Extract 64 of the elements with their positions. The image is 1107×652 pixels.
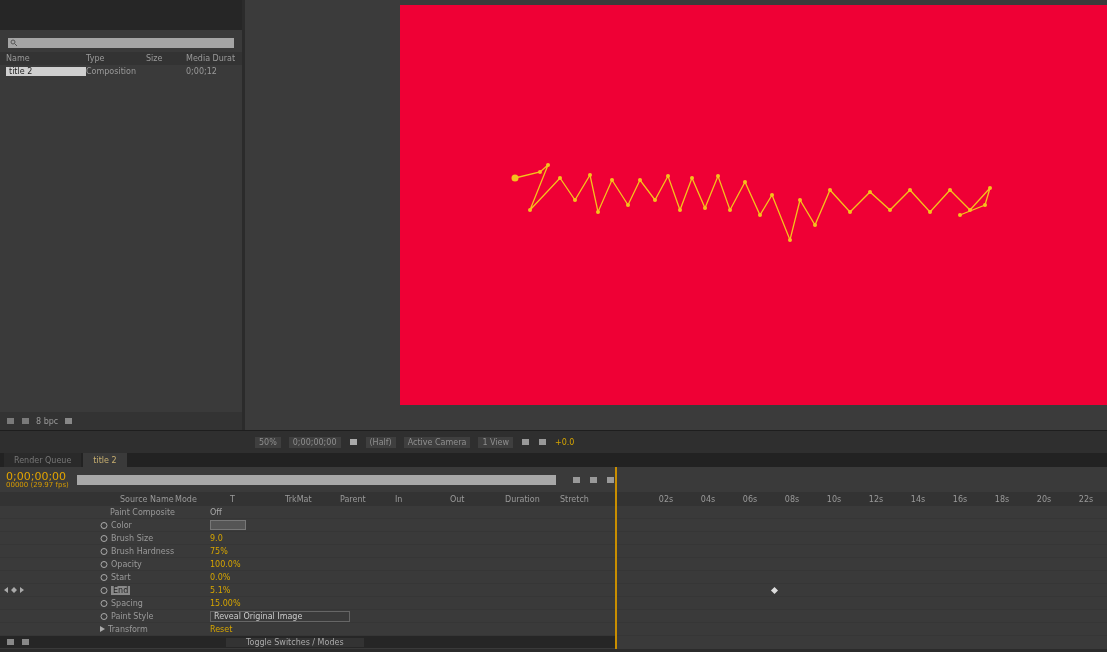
- property-value[interactable]: Reset: [210, 624, 350, 634]
- property-value[interactable]: 15.00%: [210, 598, 350, 608]
- column-header[interactable]: Out: [450, 494, 505, 504]
- keyframe[interactable]: [771, 586, 779, 595]
- search-field[interactable]: [8, 38, 234, 48]
- ruler-tick-label: 22s: [1078, 494, 1094, 504]
- column-header[interactable]: TrkMat: [285, 494, 340, 504]
- view-layout-dropdown[interactable]: 1 View: [478, 436, 513, 448]
- column-header[interactable]: T: [230, 494, 285, 504]
- ruler-tick-label: 02s: [658, 494, 674, 504]
- resolution-dropdown[interactable]: (Half): [365, 436, 396, 448]
- expand-arrow-icon[interactable]: [100, 626, 105, 632]
- ruler-tick-label: 10s: [826, 494, 842, 504]
- property-name[interactable]: Opacity: [111, 559, 142, 569]
- column-header[interactable]: Stretch: [560, 494, 615, 504]
- ruler-tick-label: 12s: [868, 494, 884, 504]
- search-field[interactable]: [76, 474, 556, 485]
- property-name[interactable]: Transform: [108, 624, 148, 634]
- property-value[interactable]: 75%: [210, 546, 350, 556]
- column-header[interactable]: Media Durat: [186, 54, 236, 63]
- panel-tab[interactable]: Render Queue: [4, 453, 82, 467]
- column-header[interactable]: Mode: [175, 494, 230, 504]
- exposure-value[interactable]: +0.0: [555, 437, 575, 447]
- panel-tab[interactable]: title 2: [83, 453, 127, 467]
- color-swatch[interactable]: [210, 520, 246, 530]
- column-header[interactable]: Parent: [340, 494, 395, 504]
- property-name[interactable]: Spacing: [111, 598, 143, 608]
- timecode-field[interactable]: 0;00;00;00: [288, 436, 341, 448]
- property-value[interactable]: 9.0: [210, 533, 350, 543]
- toggle-switches-button[interactable]: Toggle Switches / Modes: [226, 637, 364, 647]
- property-name[interactable]: Brush Size: [111, 533, 154, 543]
- column-header[interactable]: Source Name: [120, 494, 175, 504]
- ruler-tick-label: 08s: [784, 494, 800, 504]
- column-header[interactable]: Size: [146, 54, 186, 63]
- column-header[interactable]: Type: [86, 54, 146, 63]
- column-header[interactable]: Duration: [505, 494, 560, 504]
- ruler-tick-label: 16s: [952, 494, 968, 504]
- current-timecode[interactable]: 0;00;00;00: [6, 470, 69, 482]
- property-name[interactable]: Paint Style: [111, 611, 154, 621]
- keyframe-navigator-icon[interactable]: [4, 586, 24, 593]
- ruler-tick-label: 04s: [700, 494, 716, 504]
- bit-depth-label[interactable]: 8 bpc: [36, 416, 59, 426]
- property-value[interactable]: 100.0%: [210, 559, 350, 569]
- project-item[interactable]: title 2: [6, 67, 86, 76]
- property-value[interactable]: 0.0%: [210, 572, 350, 582]
- property-value: Off: [210, 507, 223, 517]
- camera-dropdown[interactable]: Active Camera: [403, 436, 471, 448]
- item-duration: 0;00;12: [186, 67, 218, 76]
- property-name[interactable]: Color: [111, 520, 132, 530]
- property-name[interactable]: Start: [111, 572, 131, 582]
- column-header[interactable]: Name: [6, 54, 86, 63]
- property-name[interactable]: Paint Composite: [110, 507, 176, 517]
- ruler-tick-label: 14s: [910, 494, 926, 504]
- property-name[interactable]: End: [111, 585, 131, 595]
- paint-style-dropdown[interactable]: Reveal Original Image: [210, 610, 350, 622]
- search-icon: [10, 39, 18, 47]
- zoom-dropdown[interactable]: 50%: [255, 436, 281, 448]
- ruler-tick-label: 20s: [1036, 494, 1052, 504]
- ruler-tick-label: 18s: [994, 494, 1010, 504]
- property-name[interactable]: Brush Hardness: [111, 546, 175, 556]
- column-header[interactable]: In: [395, 494, 450, 504]
- ruler-tick-label: 06s: [742, 494, 758, 504]
- item-type: Composition: [86, 67, 137, 76]
- property-value[interactable]: 5.1%: [210, 585, 350, 595]
